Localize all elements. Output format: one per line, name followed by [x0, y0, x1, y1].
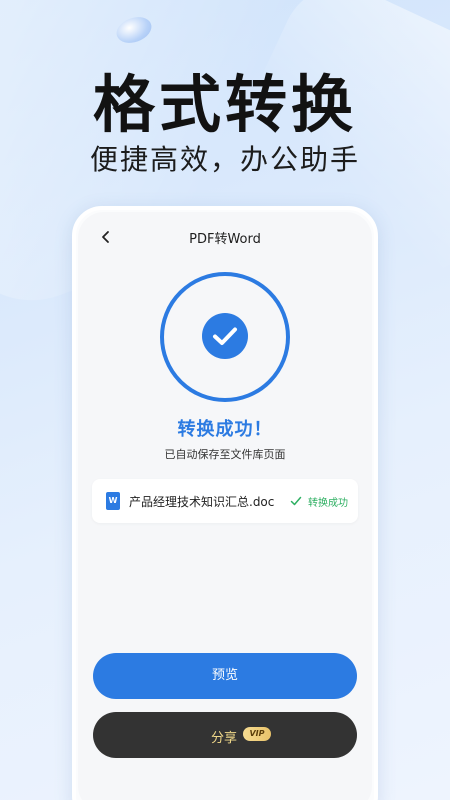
check-icon: [290, 493, 302, 507]
share-button-label: 分享: [211, 731, 238, 746]
check-circle-icon: [202, 313, 248, 359]
preview-button[interactable]: 预览: [93, 653, 357, 699]
page-title: PDF转Word: [189, 232, 261, 247]
word-doc-icon: W: [106, 492, 120, 510]
promo-headline: 格式转换: [92, 68, 357, 141]
nav-bar: PDF转Word: [78, 224, 372, 252]
vip-badge: VIP: [243, 727, 271, 741]
file-status: 转换成功: [308, 498, 348, 509]
file-name: 产品经理技术知识汇总.doc: [129, 495, 275, 509]
saved-hint: 已自动保存至文件库页面: [164, 448, 286, 461]
success-message: 转换成功！: [177, 419, 273, 440]
promo-subline: 便捷高效，办公助手: [89, 143, 360, 176]
